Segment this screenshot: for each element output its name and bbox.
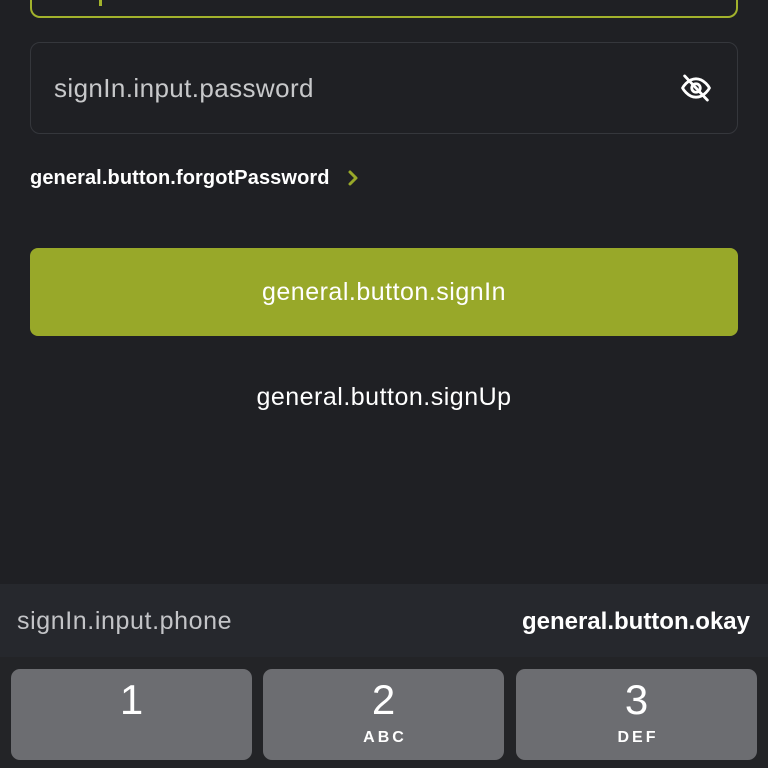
key-digit: 3 [624,676,649,723]
key-3[interactable]: 3 DEF [516,669,757,760]
key-digit: 2 [371,676,396,723]
sign-up-button[interactable]: general.button.signUp [0,381,768,413]
phone-input-field[interactable] [30,0,738,18]
forgot-password-link[interactable]: general.button.forgotPassword [30,164,360,192]
sign-up-label: general.button.signUp [256,382,512,411]
key-2[interactable]: 2 ABC [263,669,504,760]
sign-in-button[interactable]: general.button.signIn [30,248,738,336]
sign-in-screen: general.button.forgotPassword general.bu… [0,0,768,768]
toolbar-field-label: signIn.input.phone [17,607,233,635]
eye-slash-icon[interactable] [679,71,713,105]
key-letters: DEF [617,729,659,746]
okay-button[interactable]: general.button.okay [522,584,750,657]
forgot-password-label: general.button.forgotPassword [30,166,330,189]
key-digit: 1 [119,676,144,723]
sign-in-label: general.button.signIn [261,277,506,306]
numeric-keypad: 1 2 ABC 3 DEF [0,657,768,768]
key-letters: ABC [363,729,407,746]
text-cursor [99,0,102,6]
key-1[interactable]: 1 [11,669,252,760]
password-input[interactable] [54,43,654,133]
password-field[interactable] [30,42,738,134]
keyboard-toolbar: signIn.input.phone general.button.okay [0,584,768,657]
chevron-right-icon [346,169,360,187]
